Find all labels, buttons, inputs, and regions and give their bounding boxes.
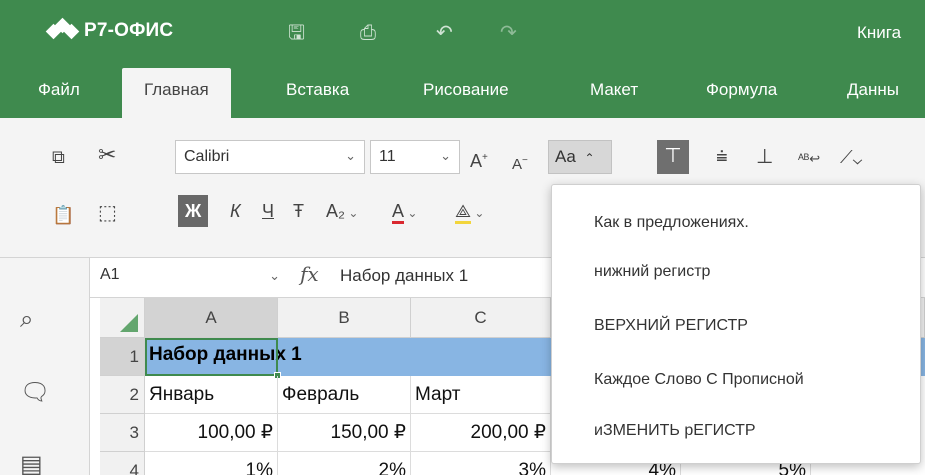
paste-icon[interactable]: 📋	[52, 205, 74, 225]
chevron-down-icon: ⌄	[440, 148, 451, 163]
chevron-up-icon: ⌃	[584, 151, 595, 165]
wrap-text-icon[interactable]: ᴬᴮ↩	[798, 149, 820, 169]
tab-draw[interactable]: Рисование	[423, 80, 509, 100]
menu-item-capitalize-words[interactable]: Каждое Слово С Прописной	[594, 371, 804, 389]
align-bottom-icon[interactable]: ⊥	[756, 147, 773, 167]
menu-item-sentence-case[interactable]: Как в предложениях.	[594, 214, 749, 232]
tab-insert[interactable]: Вставка	[286, 80, 349, 100]
column-header-b[interactable]: B	[278, 298, 411, 338]
cell-a3[interactable]: 100,00 ₽	[145, 414, 278, 452]
row-header-4[interactable]: 4	[100, 452, 145, 475]
chevron-down-icon: ⌄	[345, 148, 356, 163]
menu-bar: Файл Главная Вставка Рисование Макет Фор…	[0, 68, 925, 118]
cell-b2[interactable]: Февраль	[278, 376, 411, 414]
tab-file[interactable]: Файл	[38, 80, 80, 100]
italic-button[interactable]: К	[230, 200, 241, 222]
app-brand: Р7-ОФИС	[84, 20, 174, 41]
underline-button[interactable]: Ч	[262, 200, 274, 222]
menu-item-toggle-case[interactable]: иЗМЕНИТЬ рЕГИСТР	[594, 422, 756, 440]
change-case-label: Aa	[555, 147, 576, 166]
active-cell-border	[145, 338, 278, 376]
text-orientation-icon[interactable]: ⟋⌄	[840, 147, 862, 167]
font-size-select[interactable]: 11 ⌄	[370, 140, 460, 174]
cell-c2[interactable]: Март	[411, 376, 551, 414]
tab-formula[interactable]: Формула	[706, 80, 777, 100]
title-bar: Р7-ОФИС 🖫 ⎙ ↶ ↷ Книга	[0, 0, 925, 68]
tab-data[interactable]: Данны	[847, 80, 899, 100]
subscript-button[interactable]: A₂ ⌄	[326, 200, 358, 224]
undo-icon[interactable]: ↶	[436, 22, 453, 44]
font-name-value: Calibri	[184, 148, 230, 165]
bold-button[interactable]: Ж	[178, 195, 209, 227]
chevron-down-icon: ⌄	[269, 268, 280, 283]
left-side-panel: ⌕ 🗨 ▤	[0, 258, 90, 475]
menu-item-uppercase[interactable]: ВЕРХНИЙ РЕГИСТР	[594, 317, 748, 335]
select-all-corner[interactable]	[100, 298, 145, 338]
row-header-3[interactable]: 3	[100, 414, 145, 452]
strikethrough-button[interactable]: Ŧ	[293, 200, 304, 222]
select-all-icon[interactable]: ⬚	[98, 203, 117, 223]
chat-icon[interactable]: ▤	[20, 450, 43, 475]
cell-reference: A1	[100, 266, 120, 283]
row-header-2[interactable]: 2	[100, 376, 145, 414]
logo-icon	[45, 17, 80, 42]
cut-icon[interactable]: ✂	[98, 144, 116, 166]
cell-a2[interactable]: Январь	[145, 376, 278, 414]
change-case-button[interactable]: Aa ⌃	[548, 140, 612, 174]
font-name-select[interactable]: Calibri ⌄	[175, 140, 365, 174]
column-header-c[interactable]: C	[411, 298, 551, 338]
font-color-button[interactable]: A ⌄	[392, 200, 417, 224]
cell-c3[interactable]: 200,00 ₽	[411, 414, 551, 452]
document-title: Книга	[857, 23, 902, 42]
row-header-1[interactable]: 1	[100, 338, 145, 376]
save-icon[interactable]: 🖫	[288, 22, 305, 44]
cell-a4[interactable]: 1%	[145, 452, 278, 475]
spreadsheet-window: Р7-ОФИС 🖫 ⎙ ↶ ↷ Книга Файл Главная Встав…	[0, 0, 925, 475]
align-middle-icon[interactable]: ⩧	[716, 147, 728, 167]
app-logo: Р7-ОФИС	[45, 17, 174, 42]
formula-input[interactable]: Набор данных 1	[340, 266, 468, 286]
align-top-button[interactable]: ⊤	[657, 140, 689, 174]
function-icon[interactable]: fx	[300, 262, 319, 286]
copy-icon[interactable]: ⧉	[52, 147, 65, 167]
search-icon[interactable]: ⌕	[20, 306, 33, 334]
fill-color-button[interactable]: ⟁ ⌄	[455, 200, 484, 224]
change-case-menu: Как в предложениях. нижний регистр ВЕРХН…	[551, 184, 921, 464]
tab-layout[interactable]: Макет	[590, 80, 638, 100]
increase-font-button[interactable]: A+	[470, 147, 488, 172]
cell-c4[interactable]: 3%	[411, 452, 551, 475]
paint-bucket-icon: ⟁	[455, 201, 472, 224]
tab-home[interactable]: Главная	[122, 68, 231, 118]
menu-item-lowercase[interactable]: нижний регистр	[594, 263, 710, 281]
comments-icon[interactable]: 🗨	[20, 378, 50, 407]
column-header-a[interactable]: A	[145, 298, 278, 338]
redo-icon[interactable]: ↷	[500, 22, 517, 44]
cell-b4[interactable]: 2%	[278, 452, 411, 475]
font-size-value: 11	[379, 148, 396, 165]
decrease-font-button[interactable]: A−	[512, 150, 528, 176]
name-box[interactable]: A1 ⌄	[100, 266, 280, 284]
cell-b3[interactable]: 150,00 ₽	[278, 414, 411, 452]
print-icon[interactable]: ⎙	[360, 22, 376, 44]
